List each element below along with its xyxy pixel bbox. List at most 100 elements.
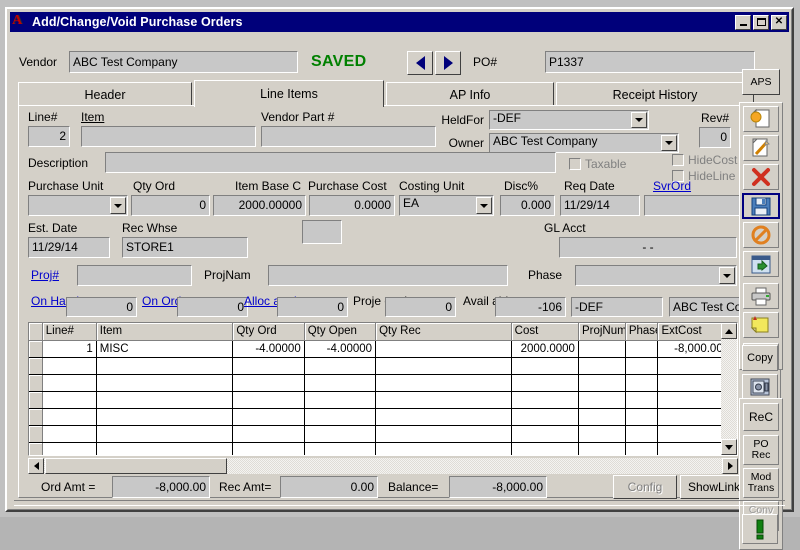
scroll-left-button[interactable] <box>28 458 44 474</box>
rev-field[interactable]: 0 <box>699 127 731 148</box>
cell[interactable] <box>625 357 658 374</box>
cell[interactable] <box>304 391 375 408</box>
row-selector[interactable] <box>29 340 42 357</box>
next-record-button[interactable] <box>435 51 461 75</box>
cell[interactable] <box>376 442 512 456</box>
grid-col-extcost[interactable]: ExtCost <box>658 323 726 340</box>
cell[interactable] <box>578 374 625 391</box>
costing-unit-combo[interactable]: EA <box>399 195 494 216</box>
grid-corner[interactable] <box>29 323 42 340</box>
cell-projnum[interactable] <box>578 340 625 357</box>
purchase-unit-combo[interactable] <box>28 195 128 216</box>
cell[interactable] <box>233 408 304 425</box>
close-button[interactable]: ✕ <box>771 15 787 30</box>
cell[interactable] <box>511 425 578 442</box>
table-row[interactable] <box>29 374 737 391</box>
cell[interactable] <box>42 425 96 442</box>
config-button[interactable]: Config <box>613 475 677 499</box>
scroll-down-button[interactable] <box>721 439 737 455</box>
cell[interactable] <box>578 425 625 442</box>
cell-qtyrec[interactable] <box>376 340 512 357</box>
item-base-cost-field[interactable]: 2000.00000 <box>213 195 306 216</box>
cell[interactable] <box>376 374 512 391</box>
cell[interactable] <box>658 408 726 425</box>
po-rec-button[interactable]: PO Rec <box>743 435 779 465</box>
disc-field[interactable]: 0.000 <box>500 195 555 216</box>
table-row[interactable] <box>29 425 737 442</box>
cell[interactable] <box>233 391 304 408</box>
cell[interactable] <box>304 357 375 374</box>
cell[interactable] <box>578 357 625 374</box>
table-row[interactable] <box>29 391 737 408</box>
minimize-button[interactable] <box>735 15 751 30</box>
cell[interactable] <box>42 442 96 456</box>
aps-button[interactable]: APS <box>742 69 780 95</box>
grid-col-cost[interactable]: Cost <box>511 323 578 340</box>
cell[interactable] <box>96 408 233 425</box>
chevron-down-icon[interactable] <box>719 267 735 284</box>
copy-button[interactable]: Copy <box>742 345 778 371</box>
cell[interactable] <box>511 391 578 408</box>
est-date-field[interactable]: 11/29/14 <box>28 237 110 258</box>
purchase-cost-field[interactable]: 0.0000 <box>309 195 395 216</box>
cell-phase[interactable] <box>625 340 658 357</box>
cell[interactable] <box>96 357 233 374</box>
rec-whse-field[interactable]: STORE1 <box>122 237 248 258</box>
vscroll-track[interactable] <box>721 323 737 455</box>
vendor-field[interactable]: ABC Test Company <box>69 51 298 73</box>
cell[interactable] <box>233 357 304 374</box>
owner-combo[interactable]: ABC Test Company <box>489 133 679 153</box>
cell[interactable] <box>658 442 726 456</box>
cell[interactable] <box>625 425 658 442</box>
grid-vertical-scrollbar[interactable] <box>721 323 737 455</box>
grid-horizontal-scrollbar[interactable] <box>28 458 738 474</box>
grid-col-qtyord[interactable]: Qty Ord <box>233 323 304 340</box>
cell[interactable] <box>304 374 375 391</box>
cell-extcost[interactable]: -8,000.00 <box>658 340 726 357</box>
tab-header[interactable]: Header <box>18 82 192 106</box>
cell[interactable] <box>376 391 512 408</box>
vault-icon[interactable] <box>742 374 778 400</box>
row-selector[interactable] <box>29 391 42 408</box>
cell[interactable] <box>376 425 512 442</box>
cell[interactable] <box>511 357 578 374</box>
proj-link[interactable]: Proj# <box>31 269 59 282</box>
prev-record-button[interactable] <box>407 51 433 75</box>
cell[interactable] <box>96 425 233 442</box>
tab-line-items[interactable]: Line Items <box>194 80 384 107</box>
cell[interactable] <box>376 357 512 374</box>
grid-col-qtyrec[interactable]: Qty Rec <box>376 323 512 340</box>
maximize-button[interactable] <box>753 15 769 30</box>
tab-ap-info[interactable]: AP Info <box>386 82 554 106</box>
cell[interactable] <box>96 442 233 456</box>
cell[interactable] <box>233 425 304 442</box>
cell-cost[interactable]: 2000.0000 <box>511 340 578 357</box>
qty-ord-field[interactable]: 0 <box>131 195 210 216</box>
cell[interactable] <box>233 442 304 456</box>
projname-field[interactable] <box>268 265 508 286</box>
cell-line[interactable]: 1 <box>42 340 96 357</box>
misc-small-field[interactable] <box>302 220 342 244</box>
cell[interactable] <box>578 391 625 408</box>
cell[interactable] <box>42 391 96 408</box>
table-row[interactable]: 1 MISC -4.00000 -4.00000 2000.0000 -8,00… <box>29 340 737 357</box>
cell[interactable] <box>96 374 233 391</box>
grid-col-qtyopen[interactable]: Qty Open <box>304 323 375 340</box>
description-field[interactable] <box>105 152 556 173</box>
grid-col-line[interactable]: Line# <box>42 323 96 340</box>
row-selector[interactable] <box>29 357 42 374</box>
chevron-down-icon[interactable] <box>661 135 677 151</box>
row-selector[interactable] <box>29 442 42 456</box>
svrord-link[interactable]: SvrOrd <box>653 180 691 193</box>
cell[interactable] <box>625 391 658 408</box>
cell[interactable] <box>578 442 625 456</box>
taxable-checkbox[interactable]: Taxable <box>569 157 626 171</box>
cell[interactable] <box>42 408 96 425</box>
heldfor-combo[interactable]: -DEF <box>489 110 649 130</box>
cell[interactable] <box>304 442 375 456</box>
cell[interactable] <box>96 391 233 408</box>
chevron-down-icon[interactable] <box>631 112 647 128</box>
cell[interactable] <box>658 425 726 442</box>
cell[interactable] <box>511 442 578 456</box>
hscroll-thumb[interactable] <box>45 458 227 474</box>
